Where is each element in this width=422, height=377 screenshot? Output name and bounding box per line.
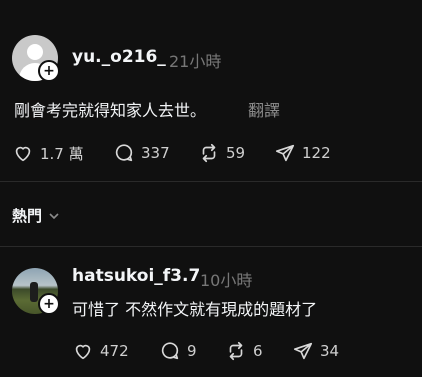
- post-time: 21小時: [169, 52, 222, 71]
- share-count: 122: [302, 144, 331, 162]
- follow-plus-icon[interactable]: +: [38, 60, 60, 82]
- reply-comment-count: 9: [187, 342, 197, 360]
- share-button[interactable]: 122: [274, 142, 331, 164]
- divider: [0, 246, 422, 247]
- reply-repost-button[interactable]: 6: [225, 340, 263, 362]
- repost-button[interactable]: 59: [198, 142, 245, 164]
- like-button[interactable]: 1.7 萬: [12, 142, 84, 164]
- chevron-down-icon: [49, 212, 59, 219]
- comment-count: 337: [141, 144, 170, 162]
- repost-icon: [229, 341, 243, 361]
- reply-share-button[interactable]: 34: [292, 340, 339, 362]
- reply-time: 10小時: [200, 271, 253, 290]
- comment-icon: [115, 144, 133, 162]
- heart-icon: [75, 344, 91, 360]
- reply-username[interactable]: hatsukoi_f3.7: [72, 266, 200, 286]
- repost-icon: [202, 143, 216, 163]
- comment-icon: [161, 342, 179, 360]
- comment-button[interactable]: 337: [113, 142, 170, 164]
- repost-count: 59: [226, 144, 246, 162]
- send-icon: [275, 144, 295, 162]
- avatar-head: [27, 44, 43, 60]
- post-username[interactable]: yu._o216_: [72, 47, 166, 67]
- sort-dropdown[interactable]: 熱門: [12, 205, 60, 226]
- reply-like-count: 472: [100, 342, 129, 360]
- translate-button[interactable]: 翻譯: [248, 97, 280, 121]
- reply-comment-button[interactable]: 9: [159, 340, 197, 362]
- like-count: 1.7 萬: [40, 144, 84, 163]
- reply-content: 可惜了 不然作文就有現成的題材了: [72, 300, 318, 319]
- avatar-figure: [30, 282, 38, 302]
- reply-share-count: 34: [320, 342, 340, 360]
- follow-plus-icon[interactable]: +: [38, 293, 60, 315]
- divider: [0, 181, 422, 182]
- heart-icon: [15, 146, 31, 162]
- reply-like-button[interactable]: 472: [72, 340, 129, 362]
- sort-label: 熱門: [12, 207, 43, 225]
- post-content: 剛會考完就得知家人去世。: [14, 101, 207, 120]
- reply-repost-count: 6: [253, 342, 263, 360]
- send-icon: [293, 342, 313, 360]
